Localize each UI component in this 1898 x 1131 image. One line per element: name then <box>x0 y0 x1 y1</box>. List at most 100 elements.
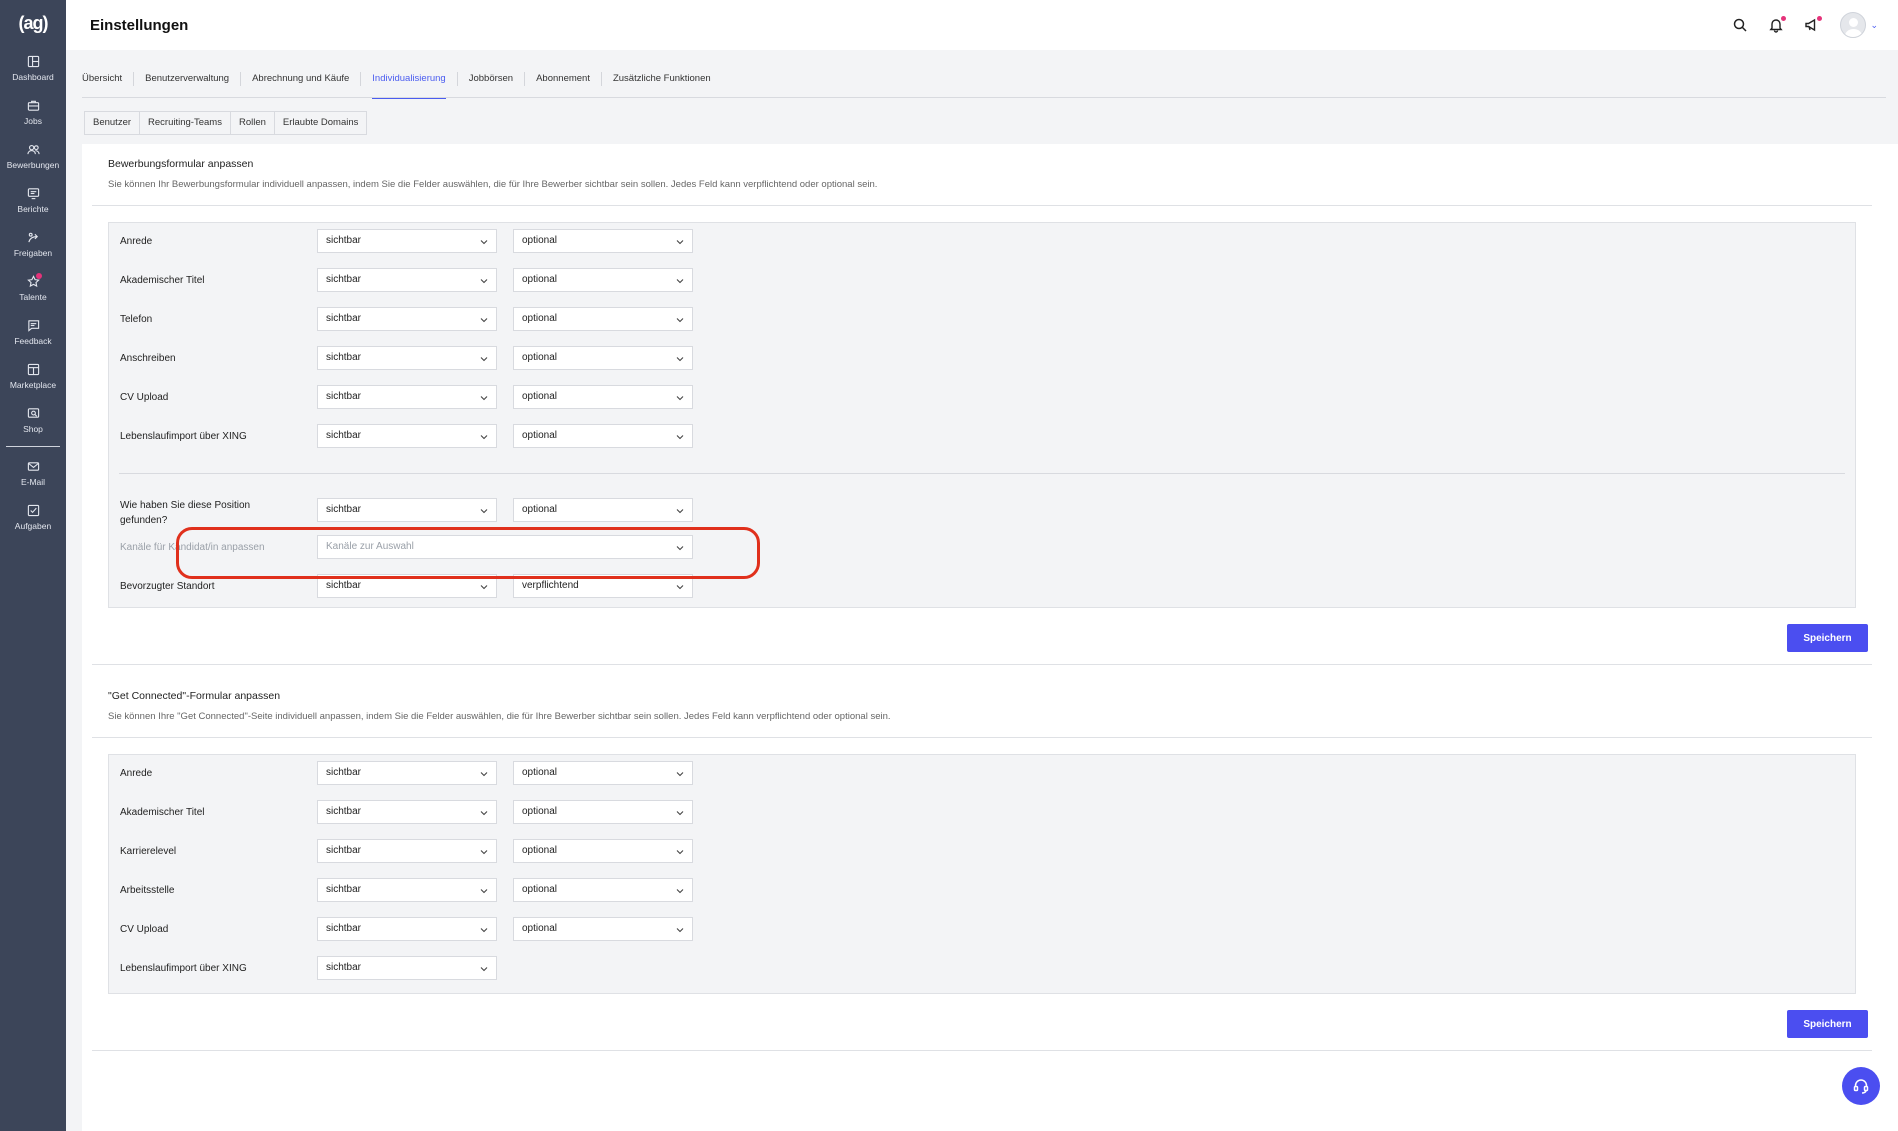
sidebar-item-talente[interactable]: Talente <box>0 266 66 310</box>
divider <box>92 737 1872 738</box>
chevron-down-icon <box>676 889 684 894</box>
task-icon <box>27 504 39 516</box>
channels-select[interactable]: Kanäle zur Auswahl <box>317 535 693 559</box>
chevron-down-icon <box>676 811 684 816</box>
shop-icon <box>27 407 39 418</box>
requirement-select[interactable]: optional <box>513 498 693 522</box>
requirement-select[interactable]: optional <box>513 268 693 292</box>
field-label: Wie haben Sie diese Position gefunden? <box>120 500 251 526</box>
section-title: "Get Connected"-Formular anpassen <box>108 690 281 702</box>
save-button[interactable]: Speichern <box>1787 1010 1868 1038</box>
tab-benutzerverwaltung[interactable]: Benutzerverwaltung <box>133 72 240 86</box>
sidebar-item-label: Jobs <box>24 115 42 126</box>
visibility-select[interactable]: sichtbar <box>317 424 497 448</box>
sidebar-item-marketplace[interactable]: Marketplace <box>0 354 66 398</box>
sidebar-item-bewerbungen[interactable]: Bewerbungen <box>0 134 66 178</box>
visibility-select[interactable]: sichtbar <box>317 498 497 522</box>
requirement-select[interactable]: optional <box>513 385 693 409</box>
requirement-select[interactable]: optional <box>513 346 693 370</box>
select-value: optional <box>522 313 558 324</box>
subtab-rollen[interactable]: Rollen <box>229 111 275 135</box>
sidebar-item-label: Marketplace <box>9 379 57 390</box>
field-label: Karrierelevel <box>120 846 177 857</box>
chevron-down-icon <box>480 279 488 284</box>
mail-icon <box>27 461 39 471</box>
user-menu[interactable]: ⌄ <box>1840 12 1878 38</box>
field-label: Lebenslaufimport über XING <box>120 963 247 974</box>
visibility-select[interactable]: sichtbar <box>317 307 497 331</box>
select-value: sichtbar <box>326 504 362 515</box>
chevron-down-icon <box>676 585 684 590</box>
field-label: CV Upload <box>120 392 169 403</box>
top-bar: Einstellungen ⌄ <box>66 0 1898 50</box>
subtab-erlaubte-domains[interactable]: Erlaubte Domains <box>273 111 368 135</box>
save-button[interactable]: Speichern <box>1787 624 1868 652</box>
tab-abrechnung[interactable]: Abrechnung und Käufe <box>240 72 360 86</box>
requirement-select[interactable]: optional <box>513 229 693 253</box>
sidebar-item-berichte[interactable]: Berichte <box>0 178 66 222</box>
sidebar-item-dashboard[interactable]: Dashboard <box>0 46 66 90</box>
requirement-select[interactable]: optional <box>513 761 693 785</box>
visibility-select[interactable]: sichtbar <box>317 761 497 785</box>
visibility-select[interactable]: sichtbar <box>317 346 497 370</box>
tab-individualisierung[interactable]: Individualisierung <box>360 72 456 99</box>
sidebar-item-label: Bewerbungen <box>6 159 60 170</box>
subtab-benutzer[interactable]: Benutzer <box>84 111 141 135</box>
chevron-down-icon <box>480 509 488 514</box>
sidebar-item-shop[interactable]: Shop <box>0 398 66 442</box>
sidebar-item-aufgaben[interactable]: Aufgaben <box>0 495 66 539</box>
app-logo[interactable]: (ag) <box>0 0 66 46</box>
sidebar-item-jobs[interactable]: Jobs <box>0 90 66 134</box>
select-value: sichtbar <box>326 962 362 973</box>
tab-zusaetzliche-funktionen[interactable]: Zusätzliche Funktionen <box>600 72 722 86</box>
visibility-select[interactable]: sichtbar <box>317 878 497 902</box>
visibility-select[interactable]: sichtbar <box>317 839 497 863</box>
tab-abonnement[interactable]: Abonnement <box>524 72 601 86</box>
search-button[interactable] <box>1732 17 1748 33</box>
dashboard-icon <box>27 55 39 67</box>
requirement-select[interactable]: optional <box>513 424 693 448</box>
select-value: sichtbar <box>326 352 362 363</box>
requirement-select[interactable]: optional <box>513 878 693 902</box>
main-content: Übersicht Benutzerverwaltung Abrechnung … <box>66 50 1898 1131</box>
select-value: sichtbar <box>326 806 362 817</box>
visibility-select[interactable]: sichtbar <box>317 574 497 598</box>
subtab-recruiting-teams[interactable]: Recruiting-Teams <box>139 111 231 135</box>
page-title: Einstellungen <box>90 16 189 34</box>
notification-dot <box>36 273 42 279</box>
announcements-button[interactable] <box>1804 16 1823 33</box>
tabs-divider <box>82 97 1886 98</box>
sidebar-item-feedback[interactable]: Feedback <box>0 310 66 354</box>
select-value: sichtbar <box>326 313 362 324</box>
select-value: optional <box>522 845 558 856</box>
chevron-down-icon <box>480 967 488 972</box>
chevron-down-icon <box>480 396 488 401</box>
share-icon <box>27 232 38 242</box>
requirement-select[interactable]: optional <box>513 800 693 824</box>
field-label: Anschreiben <box>120 353 176 364</box>
section-title: Bewerbungsformular anpassen <box>108 158 254 170</box>
visibility-select[interactable]: sichtbar <box>317 385 497 409</box>
sidebar-item-label: E-Mail <box>20 476 46 487</box>
tab-jobboersen[interactable]: Jobbörsen <box>456 72 524 86</box>
divider <box>92 664 1872 665</box>
visibility-select[interactable]: sichtbar <box>317 917 497 941</box>
visibility-select[interactable]: sichtbar <box>317 956 497 980</box>
visibility-select[interactable]: sichtbar <box>317 268 497 292</box>
notifications-button[interactable] <box>1768 16 1787 33</box>
sidebar-item-freigaben[interactable]: Freigaben <box>0 222 66 266</box>
sidebar-item-label: Berichte <box>17 203 49 214</box>
application-form-fields: Anrede sichtbar optional Akademischer Titel… <box>108 222 1856 608</box>
requirement-select[interactable]: optional <box>513 917 693 941</box>
help-button[interactable] <box>1842 1067 1880 1105</box>
visibility-select[interactable]: sichtbar <box>317 800 497 824</box>
requirement-select[interactable]: verpflichtend <box>513 574 693 598</box>
requirement-select[interactable]: optional <box>513 839 693 863</box>
visibility-select[interactable]: sichtbar <box>317 229 497 253</box>
chevron-down-icon <box>480 889 488 894</box>
chevron-down-icon <box>676 396 684 401</box>
sidebar-item-email[interactable]: E-Mail <box>0 451 66 495</box>
tab-uebersicht[interactable]: Übersicht <box>82 72 133 86</box>
chevron-down-icon <box>676 509 684 514</box>
requirement-select[interactable]: optional <box>513 307 693 331</box>
